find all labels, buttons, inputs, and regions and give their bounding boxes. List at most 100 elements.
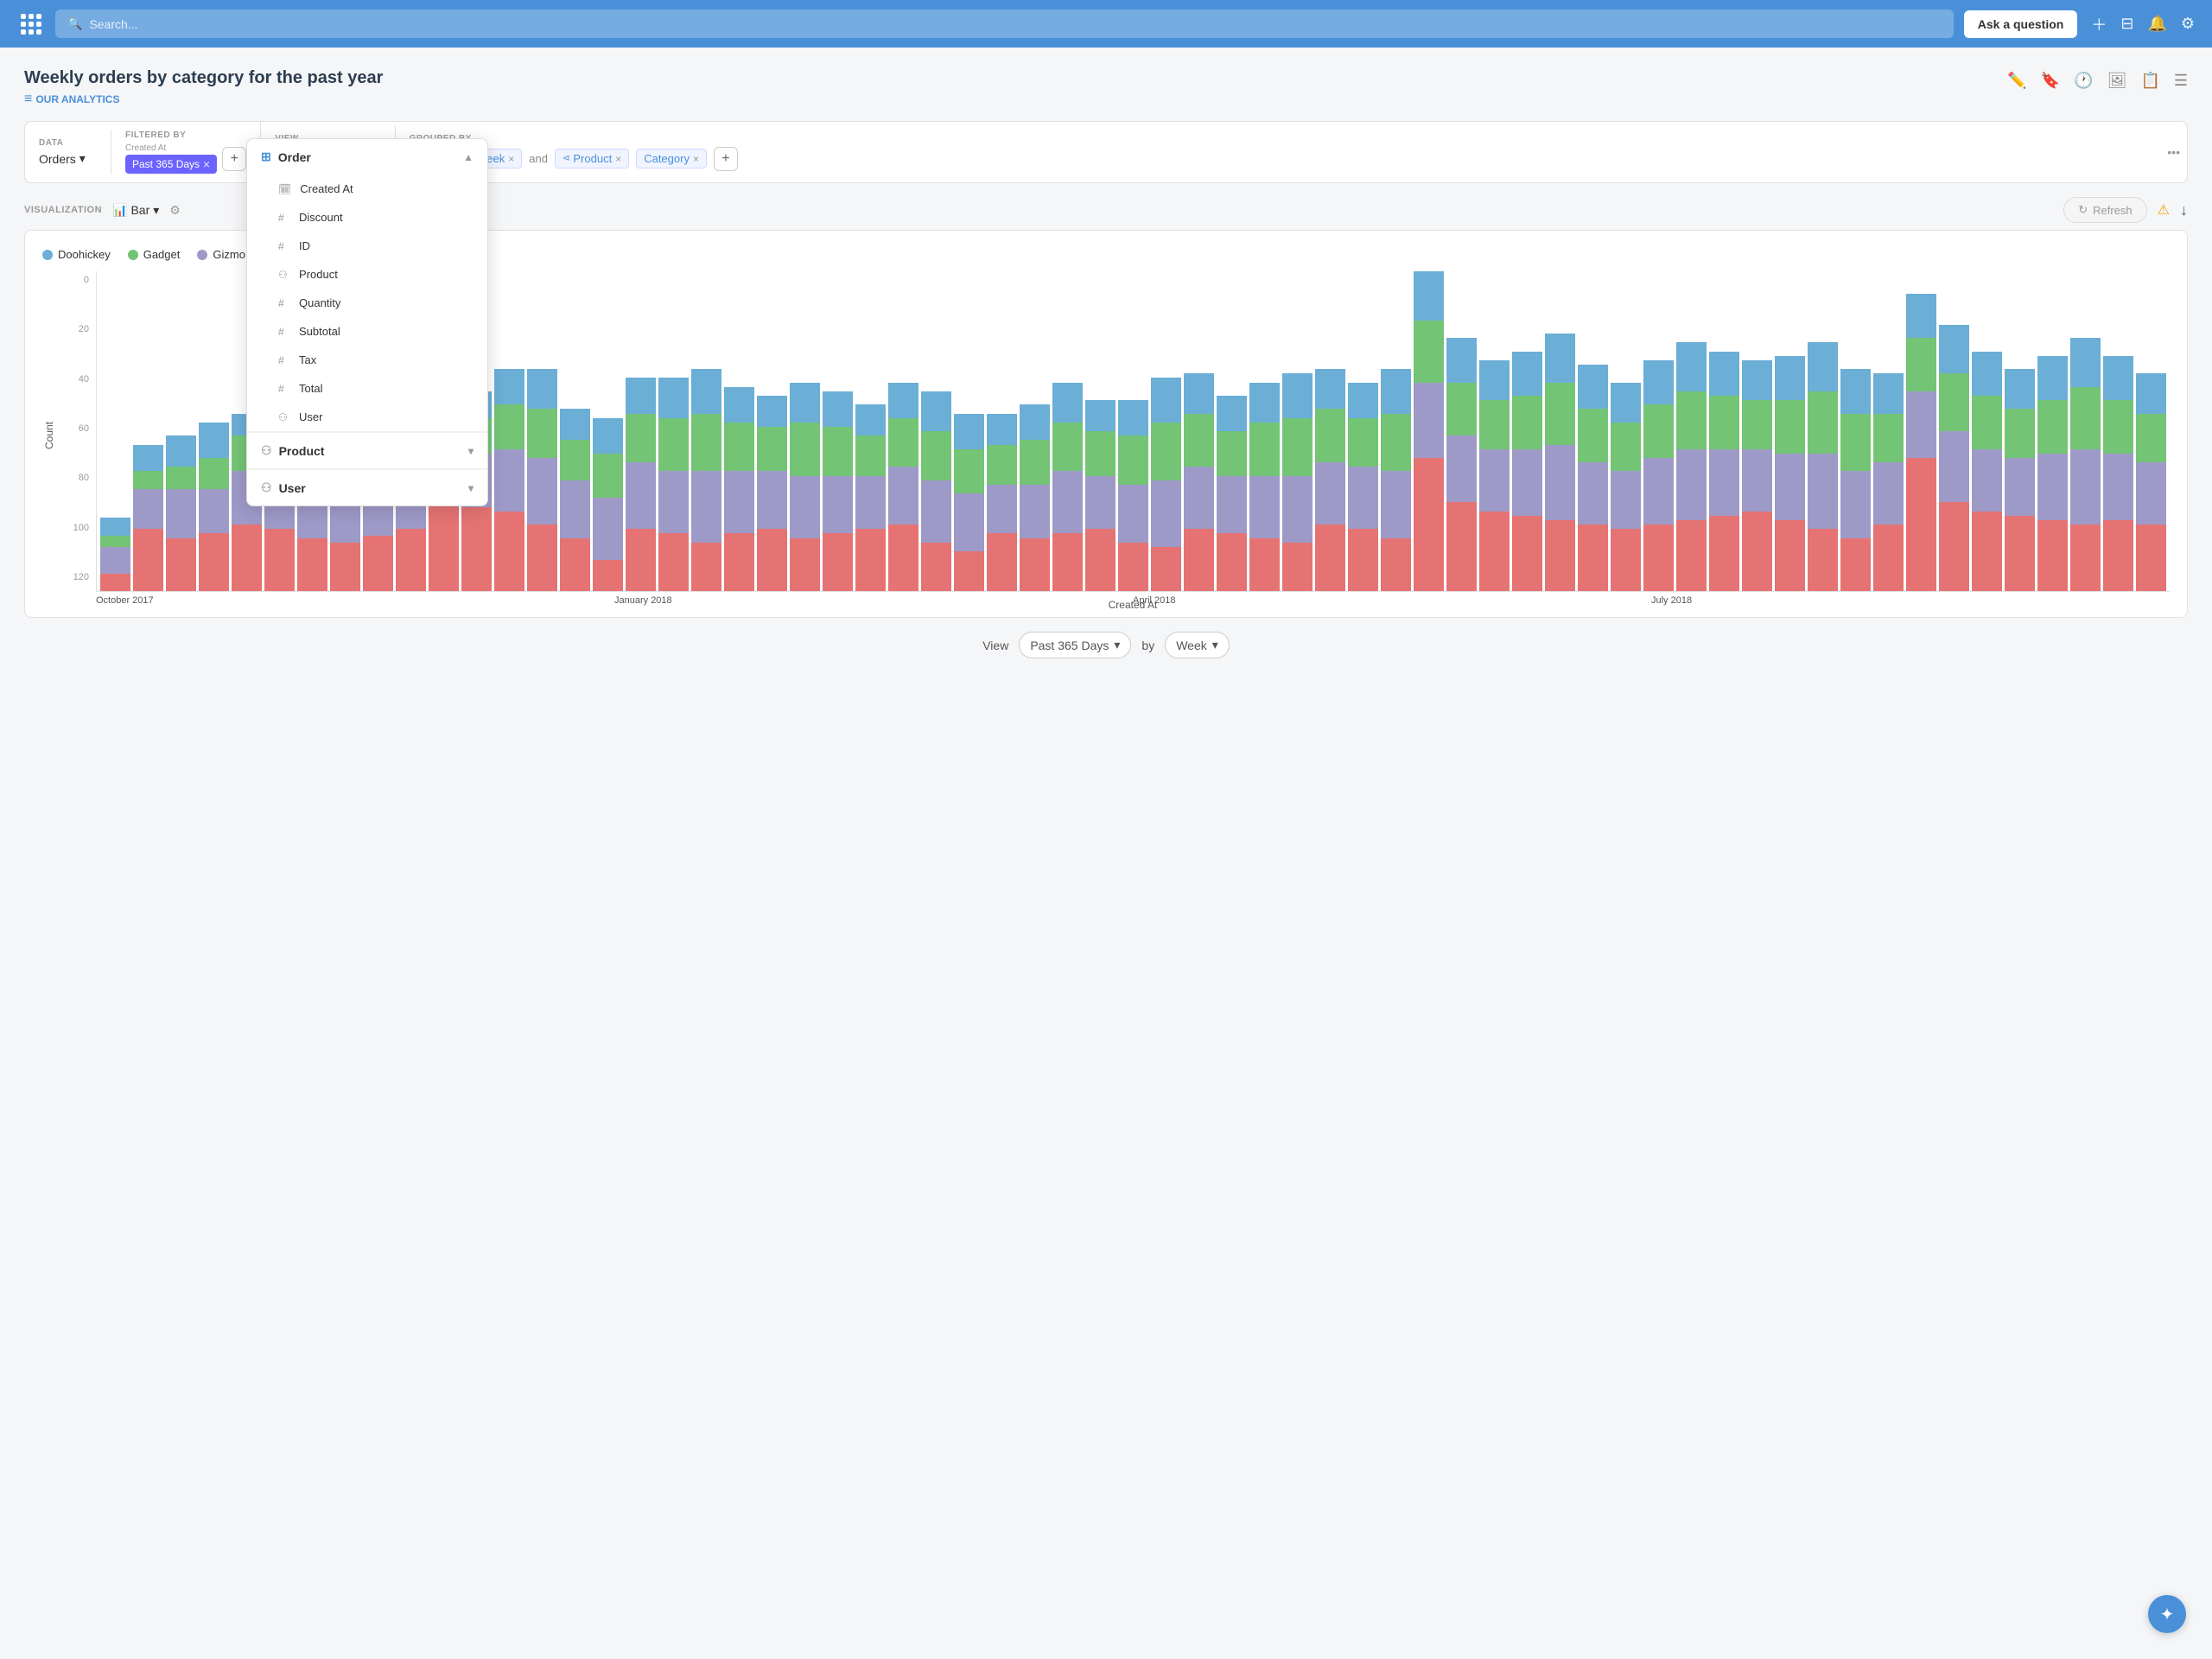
- bar-group[interactable]: [658, 378, 689, 591]
- search-bar[interactable]: 🔍: [55, 10, 1954, 38]
- legend-item[interactable]: Gadget: [128, 248, 181, 261]
- bar-group[interactable]: [1512, 352, 1542, 592]
- bar-group[interactable]: [1118, 400, 1148, 591]
- bar-group[interactable]: [855, 404, 886, 591]
- settings-icon[interactable]: ⚙: [2181, 15, 2195, 33]
- group-pill-2[interactable]: ⊲ Product ×: [555, 149, 629, 168]
- bar-group[interactable]: [1972, 352, 2002, 592]
- bar-group[interactable]: [1742, 360, 1772, 591]
- bar-group[interactable]: [2037, 356, 2068, 592]
- bar-group[interactable]: [1479, 360, 1510, 591]
- bar-group[interactable]: [527, 369, 557, 591]
- bar-group[interactable]: [1808, 342, 1838, 591]
- bar-group[interactable]: [1020, 404, 1050, 591]
- add-filter-button[interactable]: +: [222, 147, 246, 171]
- bar-group[interactable]: [1184, 373, 1214, 591]
- bar-group[interactable]: [560, 409, 590, 591]
- add-group-button[interactable]: +: [714, 147, 738, 171]
- bar-group[interactable]: [921, 391, 951, 591]
- bar-group[interactable]: [1676, 342, 1707, 591]
- navigation-button[interactable]: ✦: [2148, 1595, 2186, 1633]
- bar-group[interactable]: [494, 369, 524, 591]
- product-section-header[interactable]: ⚇ Product ▾: [247, 432, 487, 468]
- bar-group[interactable]: [1217, 396, 1247, 591]
- new-item-icon[interactable]: ＋: [2091, 13, 2107, 35]
- dropdown-item[interactable]: #Discount: [247, 203, 487, 232]
- bar-group[interactable]: [2070, 338, 2101, 591]
- image-icon[interactable]: 🖼: [2107, 72, 2127, 90]
- bar-group[interactable]: [166, 435, 196, 591]
- layout-icon[interactable]: ⊟: [2120, 15, 2133, 33]
- dropdown-item[interactable]: #Quantity: [247, 289, 487, 317]
- viz-settings-icon[interactable]: ⚙: [169, 203, 181, 218]
- bar-group[interactable]: [1282, 373, 1313, 591]
- bar-group[interactable]: [757, 396, 787, 591]
- bar-group[interactable]: [1840, 369, 1871, 591]
- bar-group[interactable]: [1709, 352, 1739, 592]
- order-section-header[interactable]: ⊞ Order ▲: [247, 139, 487, 175]
- group1-close-icon[interactable]: ×: [508, 153, 514, 165]
- bar-group[interactable]: [626, 378, 656, 591]
- dropdown-item[interactable]: ⚇User: [247, 403, 487, 431]
- bar-group[interactable]: [823, 391, 853, 591]
- user-section-header[interactable]: ⚇ User ▾: [247, 469, 487, 505]
- bar-group[interactable]: [1611, 383, 1641, 592]
- period-selector[interactable]: Past 365 Days ▾: [1019, 632, 1131, 658]
- data-value[interactable]: Orders ▾: [39, 151, 97, 166]
- bar-group[interactable]: [1085, 400, 1116, 591]
- interval-selector[interactable]: Week ▾: [1165, 632, 1230, 658]
- bar-group[interactable]: [1578, 365, 1608, 591]
- filter-close-icon[interactable]: ×: [203, 157, 210, 171]
- dropdown-item[interactable]: #Total: [247, 374, 487, 403]
- bar-group[interactable]: [1348, 383, 1378, 592]
- dropdown-item[interactable]: #Subtotal: [247, 317, 487, 346]
- bar-group[interactable]: [100, 518, 130, 591]
- bar-group[interactable]: [1446, 338, 1477, 591]
- legend-item[interactable]: Doohickey: [42, 248, 111, 261]
- bar-group[interactable]: [987, 414, 1017, 592]
- dropdown-item[interactable]: #Tax: [247, 346, 487, 374]
- edit-icon[interactable]: ✏️: [2007, 72, 2026, 90]
- dropdown-item[interactable]: 🗓Created At: [247, 175, 487, 203]
- bar-group[interactable]: [2005, 369, 2035, 591]
- bar-group[interactable]: [1873, 373, 1904, 591]
- bar-group[interactable]: [593, 418, 623, 592]
- legend-item[interactable]: Gizmo: [197, 248, 245, 261]
- download-icon[interactable]: ↓: [2180, 201, 2188, 219]
- history-icon[interactable]: 🕐: [2074, 72, 2093, 90]
- bar-group[interactable]: [1545, 334, 1575, 591]
- group2-close-icon[interactable]: ×: [615, 153, 621, 165]
- copy-icon[interactable]: 📋: [2140, 72, 2159, 90]
- bar-group[interactable]: [133, 445, 163, 592]
- bar-group[interactable]: [1315, 369, 1345, 591]
- bar-group[interactable]: [1052, 383, 1083, 592]
- more-options-button[interactable]: •••: [2160, 142, 2187, 162]
- refresh-button[interactable]: ↻ Refresh: [2063, 197, 2146, 223]
- bookmark-icon[interactable]: 🔖: [2041, 72, 2060, 90]
- filter-tag[interactable]: Past 365 Days ×: [125, 155, 217, 174]
- bar-group[interactable]: [954, 414, 984, 592]
- bar-group[interactable]: [1906, 294, 1936, 592]
- dropdown-item[interactable]: #ID: [247, 232, 487, 260]
- bar-group[interactable]: [1939, 325, 1969, 592]
- bar-group[interactable]: [199, 423, 229, 591]
- menu-icon[interactable]: ☰: [2174, 72, 2188, 90]
- bar-group[interactable]: [1151, 378, 1181, 591]
- bar-group[interactable]: [2136, 373, 2166, 591]
- search-input[interactable]: [89, 17, 1941, 31]
- group-pill-3[interactable]: Category ×: [636, 149, 707, 168]
- bar-group[interactable]: [1249, 383, 1280, 592]
- viz-type-selector[interactable]: 📊 Bar ▾: [112, 203, 159, 218]
- bar-group[interactable]: [1643, 360, 1674, 591]
- bar-group[interactable]: [2103, 356, 2133, 592]
- group3-close-icon[interactable]: ×: [693, 153, 699, 165]
- bar-group[interactable]: [1381, 369, 1411, 591]
- bell-icon[interactable]: 🔔: [2147, 15, 2166, 33]
- bar-group[interactable]: [1775, 356, 1805, 592]
- bar-group[interactable]: [724, 387, 754, 592]
- dropdown-item[interactable]: ⚇Product: [247, 260, 487, 289]
- bar-group[interactable]: [790, 383, 820, 592]
- bar-group[interactable]: [888, 383, 918, 592]
- bar-group[interactable]: [691, 369, 721, 591]
- ask-question-button[interactable]: Ask a question: [1964, 10, 2078, 38]
